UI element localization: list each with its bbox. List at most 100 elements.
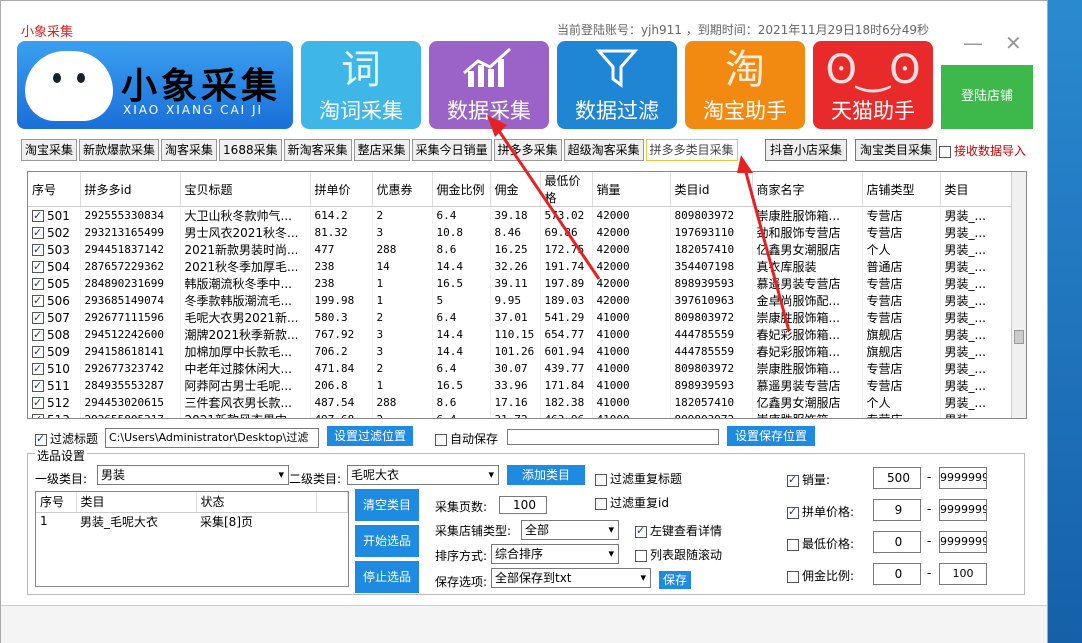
tab-whole-shop[interactable]: 整店采集 [353, 139, 410, 161]
dedupe-title-checkbox[interactable]: 过滤重复标题 [595, 470, 682, 487]
checkbox[interactable] [787, 473, 799, 487]
column-header[interactable]: 类目id [670, 172, 753, 207]
row-checkbox[interactable] [32, 361, 44, 377]
row-checkbox[interactable] [32, 327, 44, 343]
column-header[interactable]: 佣金 [490, 172, 541, 207]
pages-input[interactable]: 100 [499, 496, 547, 514]
range-checkbox[interactable]: 销量: [787, 471, 830, 488]
shop-type-select[interactable]: 全部 [521, 520, 619, 540]
column-header[interactable]: 商家名字 [752, 172, 863, 207]
table-row[interactable]: 505 284890231699 韩版潮流秋冬季中... 238 1 16.5 39.11 1… [28, 275, 1014, 292]
tmall-helper-button[interactable]: ʘ‿ʘ 天猫助手 [813, 41, 933, 129]
set-save-path-button[interactable]: 设置保存位置 [727, 426, 815, 446]
table-row[interactable]: 508 294512242600 潮牌2021秋季新款... 767.92 3 14.4 1… [28, 326, 1014, 343]
table-row[interactable]: 506 293685149074 冬季款韩版潮流毛... 199.98 1 5 9.95 18… [28, 292, 1014, 309]
set-filter-path-button[interactable]: 设置过滤位置 [327, 426, 413, 446]
tab-new-taoke[interactable]: 新淘客采集 [283, 139, 352, 161]
tab-taobao[interactable]: 淘宝采集 [21, 139, 78, 161]
column-header[interactable]: 店铺类型 [862, 172, 941, 207]
table-scrollbar[interactable] [1011, 172, 1026, 418]
table-row[interactable]: 501 292555330834 大卫山秋冬款帅气... 614.2 2 6.4 39.18… [28, 206, 1014, 224]
table-row[interactable]: 513 292655805317 2021新款风衣男中... 497.68 2 6.4 31… [28, 411, 1014, 418]
start-select-button[interactable]: 开始选品 [355, 525, 419, 557]
results-table[interactable]: 序号 拼多多id 宝贝标题 拼单价 优惠券 佣金比例 佣金 最低价格 销量 类目id 商家名字 店铺类… [27, 171, 1027, 419]
range-min-input[interactable]: 0 [873, 563, 921, 585]
checkbox[interactable] [939, 145, 951, 158]
column-header[interactable]: 佣金比例 [432, 172, 491, 207]
row-checkbox[interactable] [32, 310, 44, 326]
column-header[interactable]: 类目 [940, 172, 1014, 207]
column-header[interactable]: 拼多多id [80, 172, 181, 207]
row-checkbox[interactable] [32, 276, 44, 292]
tab-taoke[interactable]: 淘客采集 [161, 139, 218, 161]
table-row[interactable]: 512 294453020615 三件套风衣男长款... 487.54 288 8.6 17… [28, 394, 1014, 411]
sort-select[interactable]: 综合排序 [491, 544, 619, 564]
autosave-checkbox[interactable]: 自动保存 [435, 430, 498, 447]
tab-pdd-category[interactable]: 拼多多类目采集 [645, 139, 738, 161]
left-click-detail-checkbox[interactable]: 左键查看详情 [635, 522, 722, 539]
save-option-select[interactable]: 全部保存到txt [491, 568, 651, 588]
data-filter-button[interactable]: 数据过滤 [557, 41, 677, 129]
keyword-collect-button[interactable]: 词 淘词采集 [301, 41, 421, 129]
table-row[interactable]: 504 287657229362 2021秋冬季加厚毛... 238 14 14.4 32.… [28, 258, 1014, 275]
table-row[interactable]: 507 292677111596 毛呢大衣男2021新... 580.3 2 6.4 37.… [28, 309, 1014, 326]
row-checkbox[interactable] [32, 208, 44, 224]
table-row[interactable]: 510 292677323742 中老年过膝休闲大... 471.84 2 6.4 30.0… [28, 360, 1014, 377]
range-max-input[interactable]: 9999999 [939, 499, 987, 521]
save-button[interactable]: 保存 [659, 571, 691, 589]
range-min-input[interactable]: 0 [873, 531, 921, 553]
taobao-helper-button[interactable]: 淘 淘宝助手 [685, 41, 805, 129]
column-header[interactable]: 销量 [592, 172, 671, 207]
dedupe-id-checkbox[interactable]: 过滤重复id [595, 494, 669, 511]
table-row[interactable]: 511 284935553287 阿莽阿古男士毛呢... 206.8 1 16.5 33.9… [28, 377, 1014, 394]
clear-category-button[interactable]: 清空类目 [355, 489, 419, 521]
row-checkbox[interactable] [32, 378, 44, 394]
range-max-input[interactable]: 100 [939, 563, 987, 585]
range-checkbox[interactable]: 最低价格: [787, 535, 854, 552]
column-header[interactable]: 拼单价 [310, 172, 373, 207]
cat2-select[interactable]: 毛呢大衣 [347, 465, 499, 485]
row-checkbox[interactable] [32, 344, 44, 360]
checkbox[interactable] [787, 570, 799, 583]
filter-title-checkbox[interactable]: 过滤标题 [35, 430, 98, 447]
category-list[interactable]: 序号 类目 状态 1 男装_毛呢大衣 采集[8]页 [35, 491, 349, 587]
column-header[interactable]: 最低价格 [540, 172, 593, 207]
tab-pinduoduo[interactable]: 拼多多采集 [493, 139, 562, 161]
minimize-button[interactable]: — [963, 31, 983, 55]
save-path-input[interactable] [507, 429, 719, 445]
row-checkbox[interactable] [32, 412, 44, 418]
checkbox[interactable] [787, 538, 799, 551]
row-checkbox[interactable] [32, 259, 44, 275]
column-header[interactable]: 优惠券 [372, 172, 433, 207]
row-checkbox[interactable] [32, 242, 44, 258]
login-shop-button[interactable]: 登陆店铺 [941, 65, 1033, 129]
cat1-select[interactable]: 男装 [97, 465, 289, 485]
filter-path-input[interactable]: C:\Users\Administrator\Desktop\过滤 [105, 428, 319, 448]
range-checkbox[interactable]: 拼单价格: [787, 503, 854, 520]
row-checkbox[interactable] [32, 395, 44, 411]
scroll-thumb[interactable] [1014, 330, 1024, 344]
taobao-category-button[interactable]: 淘宝类目采集 [855, 139, 938, 161]
tab-today-sales[interactable]: 采集今日销量 [411, 139, 492, 161]
row-checkbox[interactable] [32, 293, 44, 309]
follow-scroll-checkbox[interactable]: 列表跟随滚动 [635, 546, 722, 563]
row-checkbox[interactable] [32, 225, 44, 241]
checkbox[interactable] [787, 505, 799, 519]
table-row[interactable]: 502 293213165499 男士风衣2021秋冬... 81.32 3 10.8 8.… [28, 224, 1014, 241]
list-item[interactable]: 1 男装_毛呢大衣 采集[8]页 [36, 512, 348, 530]
table-row[interactable]: 509 294158618141 加棉加厚中长款毛... 706.2 3 14.4 101.… [28, 343, 1014, 360]
column-header[interactable]: 序号 [28, 172, 81, 207]
stop-select-button[interactable]: 停止选品 [355, 561, 419, 593]
range-max-input[interactable]: 9999999 [939, 467, 987, 489]
data-collect-button[interactable]: 数据采集 [429, 41, 549, 129]
receive-data-checkbox[interactable]: 接收数据导入 [939, 142, 1026, 159]
table-row[interactable]: 503 294451837142 2021新款男装时尚... 477 288 8.6 16.… [28, 241, 1014, 258]
range-min-input[interactable]: 9 [873, 499, 921, 521]
tab-new-hot[interactable]: 新款爆款采集 [79, 139, 160, 161]
range-max-input[interactable]: 9999999 [939, 531, 987, 553]
tab-super-taoke[interactable]: 超级淘客采集 [563, 139, 644, 161]
douyin-shop-button[interactable]: 抖音小店采集 [765, 139, 848, 161]
range-min-input[interactable]: 500 [873, 467, 921, 489]
range-checkbox[interactable]: 佣金比例: [787, 567, 854, 584]
tab-1688[interactable]: 1688采集 [219, 139, 282, 161]
